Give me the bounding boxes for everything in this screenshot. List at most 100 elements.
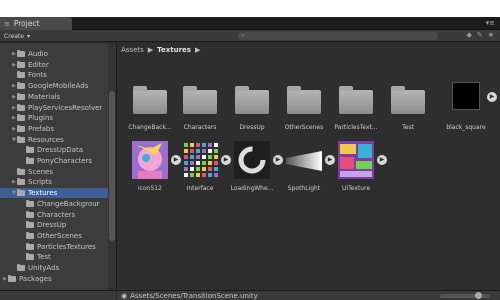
panel-menu-icon[interactable]: ▾≡ (486, 19, 495, 27)
asset-item[interactable]: ChangeBack... (125, 80, 175, 136)
asset-name: ParticlesText... (334, 124, 378, 131)
chevron-down-icon: ▾ (26, 32, 30, 40)
tree-item-label: OtherScenes (37, 231, 82, 240)
asset-item[interactable]: DressUp (227, 80, 277, 136)
create-button[interactable]: Create ▾ (4, 31, 30, 41)
asset-name: Characters (183, 124, 217, 131)
tree-item[interactable]: ChangeBackgrour (0, 199, 108, 209)
asset-name: black_square (446, 124, 486, 131)
asset-item[interactable]: ParticlesText... (331, 80, 381, 136)
breadcrumb-textures[interactable]: Textures (157, 46, 191, 54)
tree-item[interactable]: ▶ PlayServicesResolver (0, 103, 108, 113)
sprite-sheet-thumbnail (180, 141, 220, 181)
tree-item[interactable]: ▶ Scripts (0, 177, 108, 187)
lock-icon[interactable]: ★ (488, 31, 494, 39)
folder-icon (17, 103, 25, 111)
folder-icon (26, 221, 34, 229)
asset-name: Test (402, 124, 414, 131)
tree-item[interactable]: ▶ GoogleMobileAds (0, 81, 108, 91)
toolbar: Create ▾ ⌕ ◆ ✎ ★ (0, 30, 500, 42)
tree-item[interactable]: DressUp (0, 220, 108, 230)
breadcrumb-separator: ▶ (147, 46, 154, 54)
tree-item[interactable]: ▶ Editor (0, 60, 108, 70)
black-square-thumbnail (446, 80, 486, 120)
tree-item-label: Prefabs (28, 124, 54, 133)
folder-tree: ▶ Audio ▶ Editor Fonts ▶ GoogleMobileAds ▶ Mater… (0, 43, 116, 290)
folder-icon (26, 253, 34, 261)
folder-icon (130, 80, 170, 120)
expand-play-icon[interactable]: ▶ (377, 155, 387, 165)
expand-play-icon[interactable]: ▶ (487, 92, 497, 102)
folder-icon (8, 274, 16, 282)
tree-item[interactable]: ▶ Materials (0, 92, 108, 102)
tree-item[interactable]: ▶ Prefabs (0, 124, 108, 134)
tree-item[interactable]: ▶ Audio (0, 49, 108, 59)
tree-item-label: UnityAds (28, 264, 60, 272)
folder-icon (17, 189, 25, 197)
folder-icon (26, 146, 34, 154)
tag-icon[interactable]: ◆ (466, 31, 471, 39)
asset-item[interactable]: Interface ▶ (175, 141, 231, 197)
tree-item[interactable]: OtherScenes (0, 231, 108, 241)
black-square-swatch (452, 82, 480, 110)
tree-item-label: ParticlesTextures (37, 242, 96, 251)
asset-item[interactable]: OtherScenes (279, 80, 329, 136)
tree-item[interactable]: UnityAds (0, 263, 108, 273)
folder-icon (17, 60, 25, 68)
asset-name: DressUp (239, 124, 265, 131)
tree-item[interactable]: ▼ Textures (0, 188, 108, 199)
pony-thumbnail (130, 141, 170, 181)
tree-item[interactable]: PonyCharacters (0, 156, 108, 166)
tree-item[interactable]: Test (0, 252, 108, 262)
folder-icon (17, 124, 25, 132)
folder-shape (133, 86, 167, 114)
asset-item[interactable]: black_square ▶ (441, 80, 497, 136)
folder-icon (26, 242, 34, 250)
folder-icon (17, 264, 25, 271)
tab-bar: ≡ Project ▾≡ (0, 17, 500, 30)
folder-icon (180, 80, 220, 120)
tree-item-label: PlayServicesResolver (28, 103, 103, 112)
tree-item-label: Textures (28, 189, 58, 198)
folder-icon (17, 50, 25, 57)
status-path: Assets/Scenes/TransitionScene.unity (130, 291, 258, 300)
asset-item[interactable]: icon512 ▶ (125, 141, 181, 197)
tab-project[interactable]: ≡ Project (0, 17, 72, 30)
tree-item-label: DressUp (37, 221, 67, 230)
tree-item[interactable]: ParticlesTextures (0, 242, 108, 252)
asset-item[interactable]: SpothLight ▶ (279, 141, 335, 197)
status-bar: ◉ Assets/Scenes/TransitionScene.unity (117, 290, 500, 300)
folder-icon (26, 231, 34, 239)
folder-icon (17, 82, 25, 90)
search-input[interactable]: ⌕ (238, 32, 438, 40)
folder-icon (26, 199, 34, 207)
tree-item[interactable]: Scenes (0, 167, 108, 177)
folder-shape (339, 86, 373, 114)
tree-item-label: Characters (37, 210, 76, 219)
zoom-slider-knob[interactable] (475, 292, 482, 299)
tree-item[interactable]: ▶ Plugins (0, 113, 108, 123)
tree-item[interactable]: Characters (0, 210, 108, 220)
tree-item[interactable]: ▼ Resources (0, 135, 108, 145)
tree-item[interactable]: ▶ Packages (0, 274, 108, 284)
asset-item[interactable]: LoadingWhe... ▶ (227, 141, 283, 197)
star-icon[interactable]: ✎ (477, 31, 483, 39)
zoom-slider[interactable] (440, 292, 490, 299)
tree-scrollbar[interactable] (108, 43, 116, 290)
tree-item-label: Scenes (28, 167, 53, 176)
scroll-thumb[interactable] (109, 91, 115, 241)
tree-item[interactable]: DressUpData (0, 145, 108, 155)
toolbar-icons: ◆ ✎ ★ (466, 31, 494, 39)
asset-name: ChangeBack... (128, 124, 172, 131)
folder-shape (235, 86, 269, 114)
asset-item[interactable]: UITexture ▶ (331, 141, 387, 197)
asset-name: icon512 (138, 185, 162, 192)
asset-item[interactable]: Characters (175, 80, 225, 136)
scene-icon: ◉ (121, 291, 128, 300)
asset-name: LoadingWhe... (230, 185, 274, 192)
tree-item[interactable]: Fonts (0, 70, 108, 80)
breadcrumb-assets[interactable]: Assets (121, 46, 144, 54)
tree-item-label: Editor (28, 60, 49, 69)
asset-item[interactable]: Test (383, 80, 433, 136)
create-label: Create (4, 32, 24, 40)
